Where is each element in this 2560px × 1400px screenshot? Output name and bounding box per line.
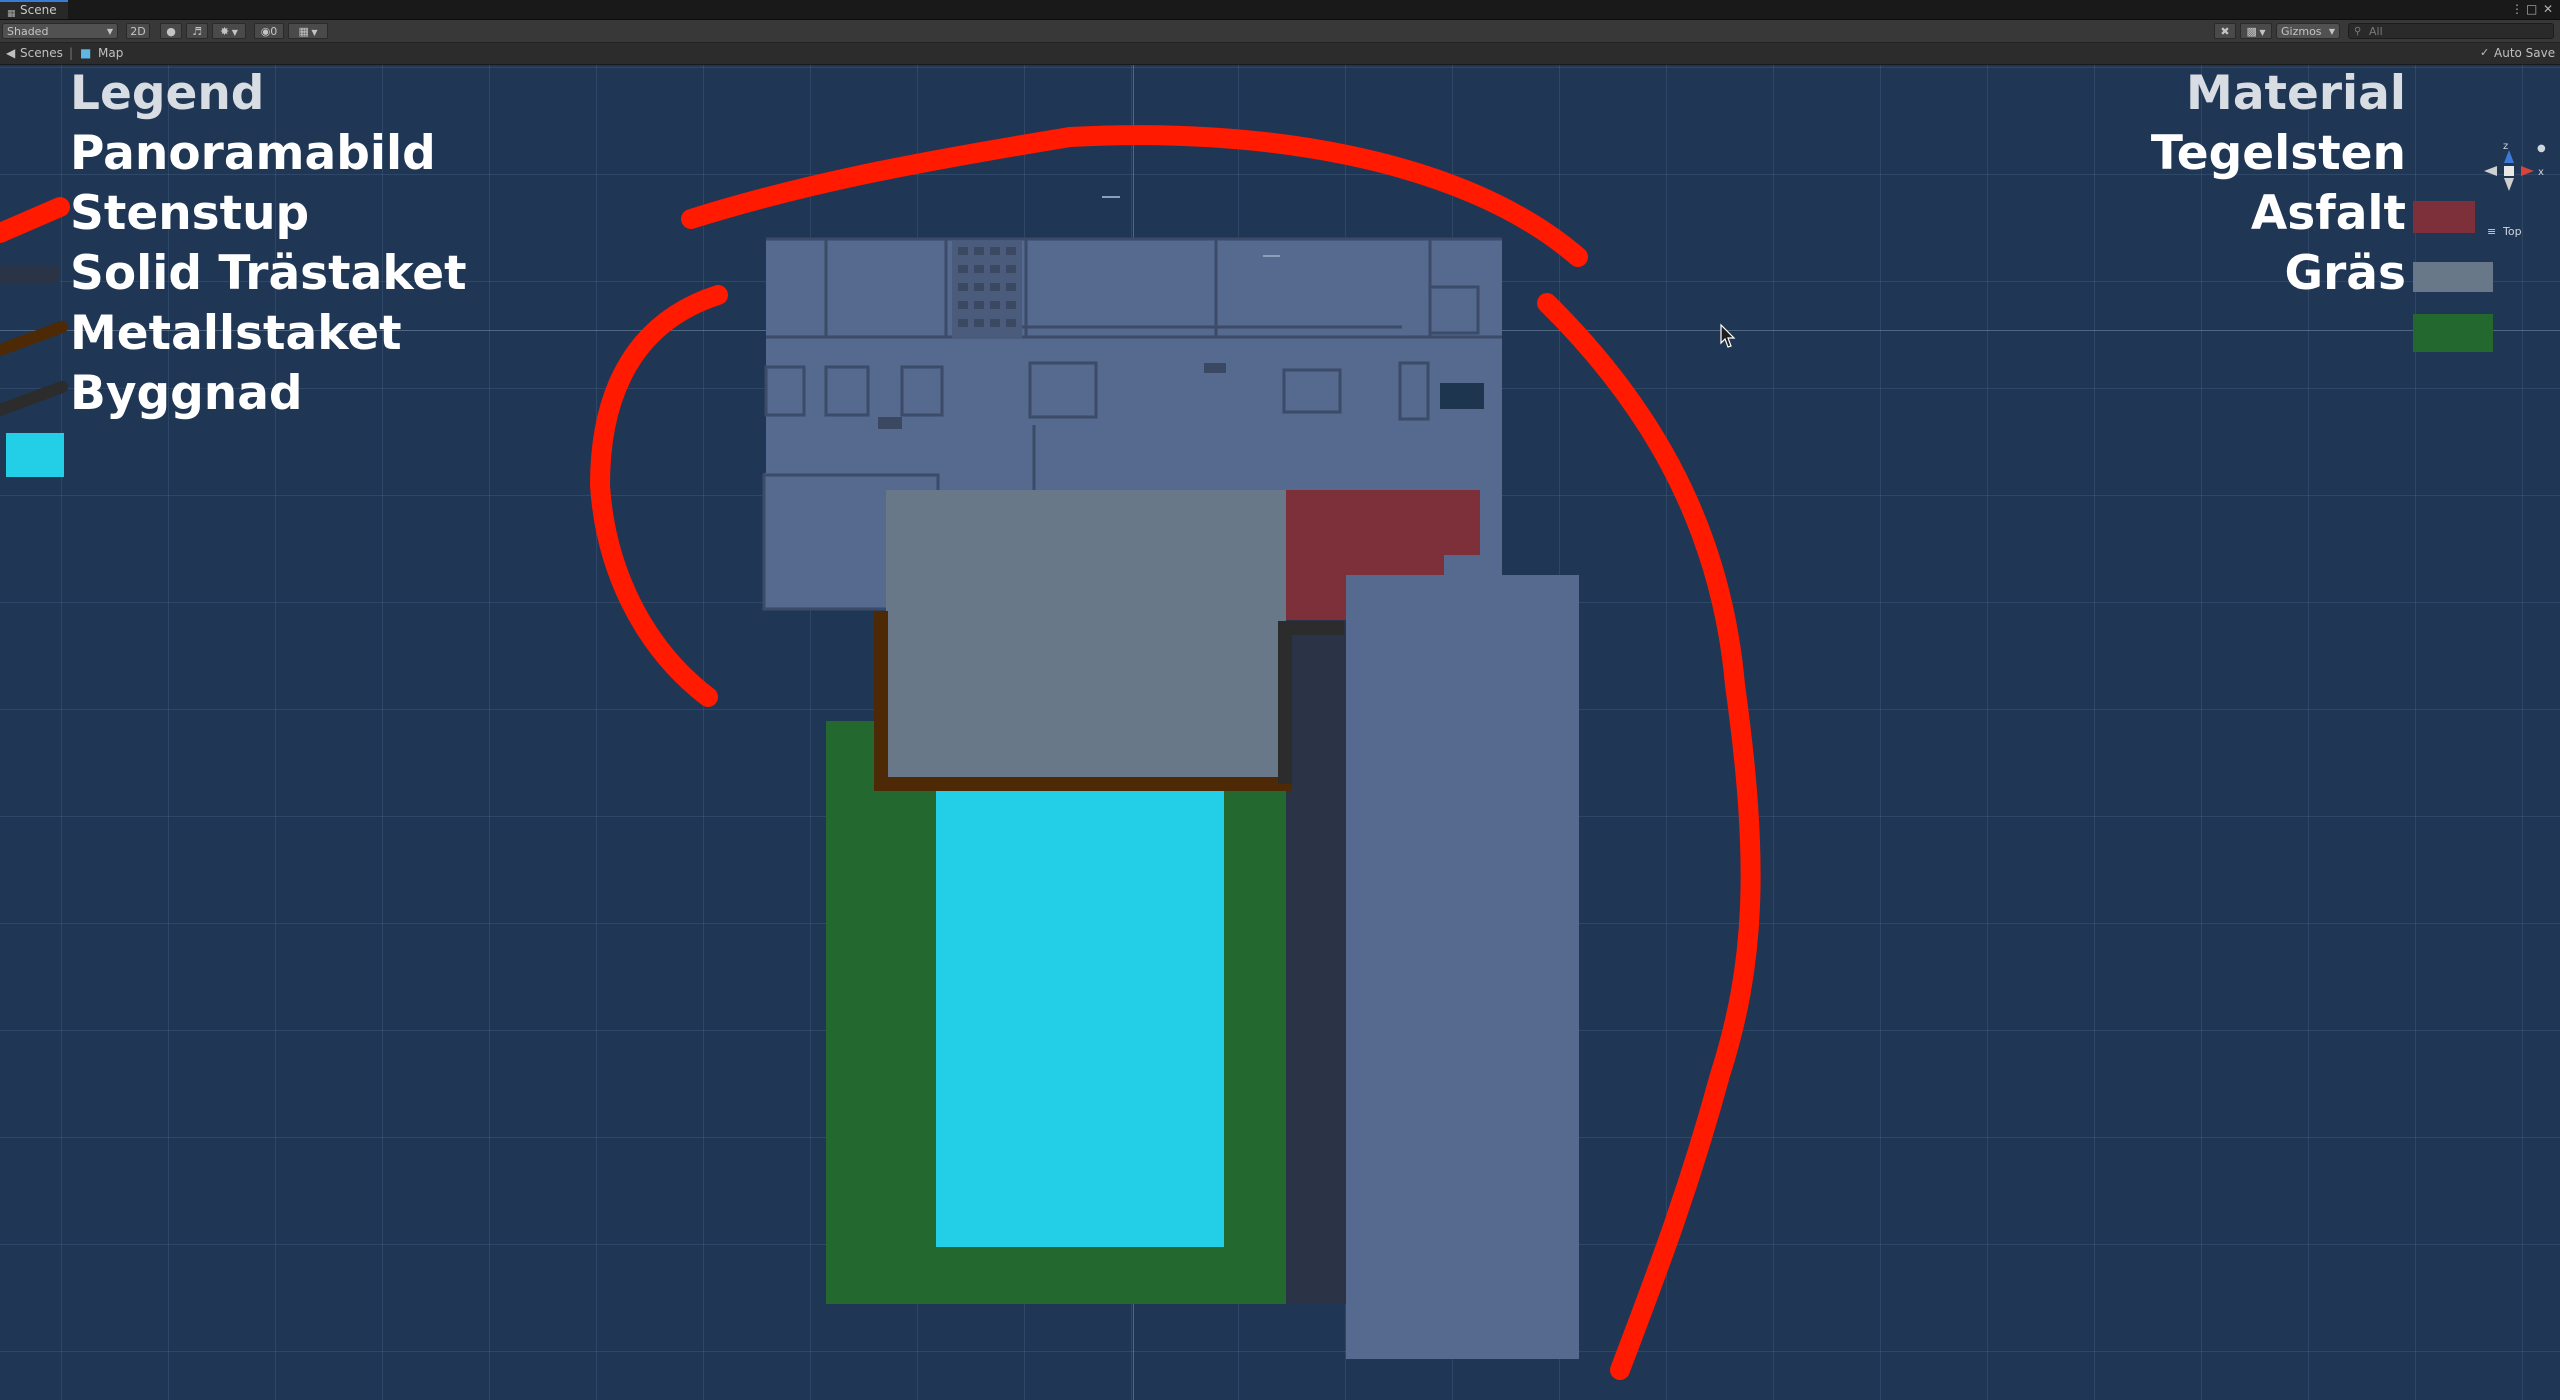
- window-title-bar: ▦ Scene ⋮ □ ✕: [0, 0, 2560, 20]
- gizmo-neg-x-axis[interactable]: [2484, 166, 2497, 176]
- back-icon[interactable]: ◀: [6, 46, 15, 60]
- building: [936, 770, 1224, 1247]
- lighting-toggle-button[interactable]: ●: [160, 23, 182, 39]
- search-icon: ⚲: [2354, 26, 2362, 37]
- east-building: [1346, 575, 1579, 1359]
- breadcrumb-separator: |: [69, 46, 74, 60]
- material-item-gras: Gräs: [2284, 246, 2406, 301]
- lock-icon[interactable]: ●: [2537, 143, 2546, 154]
- speaker-icon: ♬: [192, 25, 202, 38]
- material-item-asfalt: Asfalt: [2250, 186, 2406, 241]
- tools-icon: ✖: [2220, 25, 2230, 38]
- material-swatch-gras: [2413, 314, 2493, 352]
- kebab-menu-icon[interactable]: ⋮: [2511, 2, 2523, 16]
- grid-toggle-dropdown[interactable]: ▦ ▼: [288, 23, 328, 39]
- camera-dropdown[interactable]: ▩ ▼: [2240, 23, 2272, 39]
- scene-toolbar: Shaded ▼ 2D ● ♬ ✸ ▼ ◉0 ▦ ▼ ✖ ▩ ▼ Gizmos …: [0, 20, 2560, 43]
- eye-off-icon: ◉: [260, 25, 271, 38]
- panorama-stroke-left: [589, 285, 728, 707]
- gizmo-z-label: z: [2503, 141, 2508, 152]
- scene-view[interactable]: z x Top ≡ ● Legend Panoramabild Stenstup…: [0, 65, 2560, 1400]
- auto-save-checkbox[interactable]: ✓: [2480, 46, 2489, 59]
- material-swatch-asfalt: [2413, 262, 2493, 292]
- effects-icon: ✸: [220, 25, 230, 38]
- material-title: Material: [2186, 66, 2406, 121]
- legend-item-byggnad: Byggnad: [70, 366, 303, 421]
- stone-path: [1286, 620, 1346, 1304]
- chevron-down-icon: ▼: [2328, 27, 2335, 36]
- tools-button[interactable]: ✖: [2214, 23, 2236, 39]
- scene-search-input[interactable]: ⚲ All: [2348, 23, 2554, 39]
- gizmo-view-label[interactable]: Top: [2502, 225, 2522, 238]
- legend-item-solid-trastaket: Solid Trästaket: [70, 246, 467, 301]
- gizmos-dropdown[interactable]: Gizmos ▼: [2276, 23, 2340, 39]
- cube-icon: ■: [80, 46, 92, 60]
- tab-scene[interactable]: ▦ Scene: [0, 0, 68, 19]
- toggle-2d-label: 2D: [130, 25, 146, 38]
- draw-mode-value: Shaded: [7, 25, 49, 38]
- draw-mode-dropdown[interactable]: Shaded ▼: [2, 23, 118, 39]
- lightbulb-icon: ●: [166, 25, 176, 38]
- legend-title: Legend: [70, 66, 265, 121]
- legend-item-stenstup: Stenstup: [70, 186, 310, 241]
- auto-save-label: Auto Save: [2494, 46, 2556, 60]
- orientation-gizmo[interactable]: z x Top ≡ ●: [2484, 141, 2546, 238]
- camera-icon: ▩: [2246, 25, 2257, 38]
- gizmo-neg-z-axis[interactable]: [2504, 178, 2514, 191]
- legend-symbol-panorama: [0, 197, 70, 243]
- mouse-cursor-icon: [1720, 323, 1736, 348]
- material-item-tegelsten: Tegelsten: [2150, 126, 2406, 181]
- effects-dropdown[interactable]: ✸ ▼: [212, 23, 246, 39]
- gizmos-label: Gizmos: [2281, 25, 2322, 38]
- legend-symbol-building: [6, 433, 64, 477]
- building-corner: [1444, 555, 1502, 575]
- asphalt-courtyard: [886, 490, 1286, 785]
- audio-toggle-button[interactable]: ♬: [186, 23, 208, 39]
- toggle-2d-button[interactable]: 2D: [126, 23, 150, 39]
- grid-icon: ▦: [298, 25, 309, 38]
- breadcrumb-map[interactable]: Map: [98, 46, 123, 60]
- chevron-down-icon: ▼: [106, 27, 113, 36]
- hidden-objects-toggle[interactable]: ◉0: [254, 23, 284, 39]
- close-icon[interactable]: ✕: [2543, 2, 2553, 16]
- material-swatch-tegelsten: [2413, 201, 2475, 233]
- legend-item-metallstaket: Metallstaket: [70, 306, 402, 361]
- hamburger-icon[interactable]: ≡: [2487, 225, 2496, 238]
- tab-scene-label: Scene: [20, 3, 57, 17]
- search-placeholder: All: [2369, 25, 2383, 38]
- hidden-count: 0: [270, 25, 278, 38]
- legend-symbol-metal-fence: [0, 381, 68, 416]
- gizmo-x-label: x: [2538, 167, 2544, 178]
- maximize-icon[interactable]: □: [2526, 2, 2537, 16]
- gizmo-x-axis[interactable]: [2521, 166, 2534, 176]
- breadcrumb: ◀ Scenes | ■ Map ✓ Auto Save: [0, 43, 2560, 65]
- legend-symbol-wood-fence: [0, 321, 68, 356]
- gizmo-center[interactable]: [2504, 166, 2514, 176]
- breadcrumb-scenes[interactable]: Scenes: [20, 46, 63, 60]
- building-edge: [1480, 490, 1502, 555]
- legend-item-panoramabild: Panoramabild: [70, 126, 436, 181]
